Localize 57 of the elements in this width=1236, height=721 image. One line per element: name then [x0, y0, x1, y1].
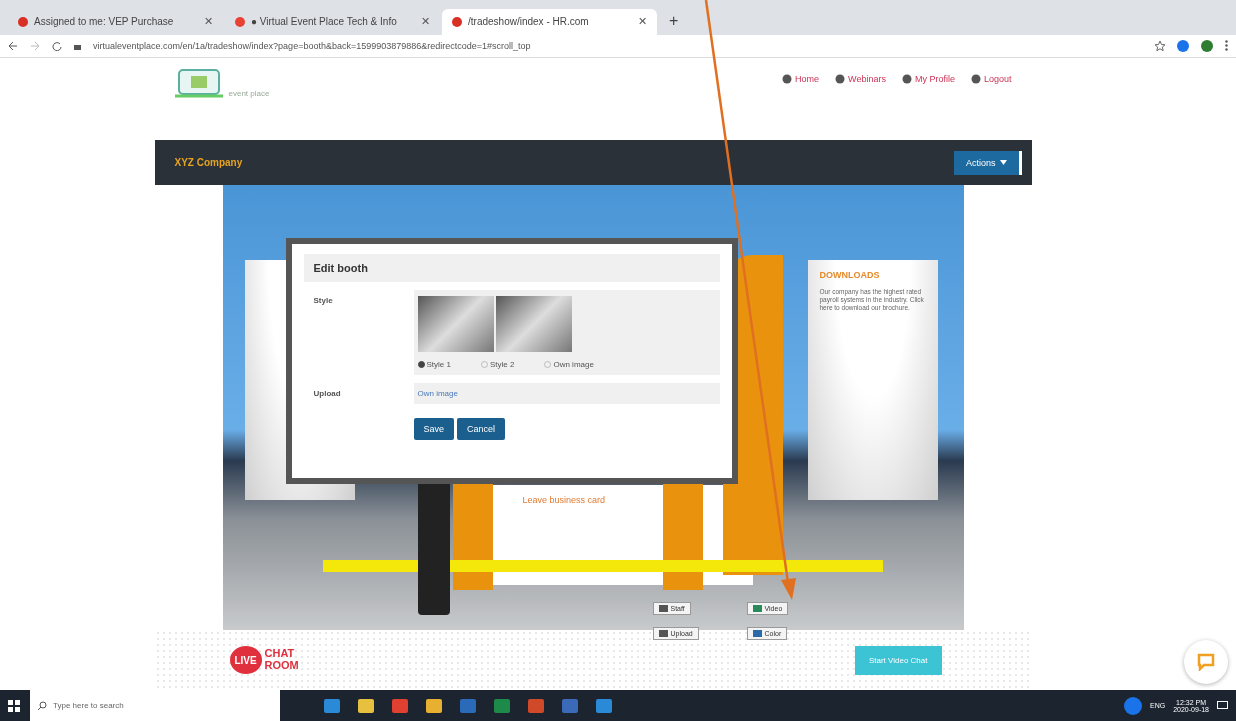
browser-tab[interactable]: /tradeshow/index - HR.com ✕: [442, 8, 657, 35]
tool-icon: [658, 630, 668, 637]
nav-icon: [835, 74, 846, 84]
downloads-title: DOWNLOADS: [819, 270, 881, 280]
taskbar-app-icon[interactable]: [426, 698, 442, 713]
radio-dot[interactable]: [417, 361, 425, 368]
new-tab-button[interactable]: +: [659, 11, 689, 35]
reload-icon[interactable]: [52, 40, 62, 51]
company-name: XYZ Company: [174, 157, 243, 168]
search-icon: [38, 701, 47, 710]
nav-icon: [901, 74, 912, 84]
nav-icon: [970, 74, 981, 84]
close-icon[interactable]: ✕: [204, 15, 213, 29]
taskbar-app-icon[interactable]: [392, 698, 408, 713]
tab-favicon-icon: [235, 16, 245, 27]
nav-link[interactable]: Home: [782, 74, 820, 84]
tool-icon: [752, 605, 762, 612]
url-field[interactable]: virtualeventplace.com/en/1a/tradeshow/index?page=booth&back=1599903879886&redirectcode=1#scroll_top: [93, 40, 1143, 51]
tab-favicon-icon: [18, 16, 28, 27]
photo-placeholder[interactable]: [417, 296, 494, 352]
taskbar-search-field[interactable]: Type here to search: [30, 690, 280, 721]
close-icon[interactable]: ✕: [421, 15, 430, 29]
menu-icon[interactable]: [1225, 40, 1228, 52]
logo-icon[interactable]: [174, 68, 223, 98]
logo-text: event place: [228, 89, 270, 98]
field-label: Upload: [312, 388, 342, 400]
nav-link[interactable]: Logout: [970, 74, 1012, 84]
notification-icon[interactable]: [1217, 700, 1228, 711]
windows-logo-icon[interactable]: [8, 699, 20, 712]
dialog-button[interactable]: Save: [413, 418, 454, 440]
nav-icon: [782, 74, 793, 84]
profile-avatar-icon[interactable]: [1201, 39, 1213, 52]
nav-link[interactable]: Webinars: [835, 74, 886, 84]
back-arrow-icon[interactable]: [8, 40, 18, 51]
speech-bubble-icon: [1197, 653, 1215, 671]
browser-tab[interactable]: ● Virtual Event Place Tech & Info ✕: [225, 8, 440, 35]
browser-tab[interactable]: Assigned to me: VEP Purchase ✕: [8, 8, 223, 35]
style-radio[interactable]: Style 1: [417, 360, 451, 369]
star-icon[interactable]: [1155, 40, 1165, 51]
live-badge[interactable]: LIVE: [229, 646, 262, 674]
caret-icon: [999, 160, 1007, 165]
close-icon[interactable]: ✕: [638, 15, 647, 29]
chat-room-label[interactable]: CHAT ROOM: [264, 648, 305, 672]
dialog-title: Edit booth: [303, 254, 720, 282]
nav-link[interactable]: My Profile: [901, 74, 955, 84]
photo-placeholder[interactable]: [495, 296, 572, 352]
style-radio[interactable]: Style 2: [480, 360, 515, 369]
dialog-button[interactable]: Cancel: [457, 418, 506, 440]
taskbar-app-icon[interactable]: [358, 698, 374, 713]
taskbar-app-icon[interactable]: [324, 698, 340, 713]
tool-icon: [658, 605, 668, 612]
actions-button[interactable]: Actions: [954, 150, 1022, 175]
taskbar-app-icon[interactable]: [596, 698, 612, 713]
field-label: Style: [312, 295, 334, 307]
style-radio[interactable]: Own image: [544, 360, 594, 369]
tool-icon: [752, 630, 762, 637]
tab-favicon-icon: [452, 16, 462, 27]
